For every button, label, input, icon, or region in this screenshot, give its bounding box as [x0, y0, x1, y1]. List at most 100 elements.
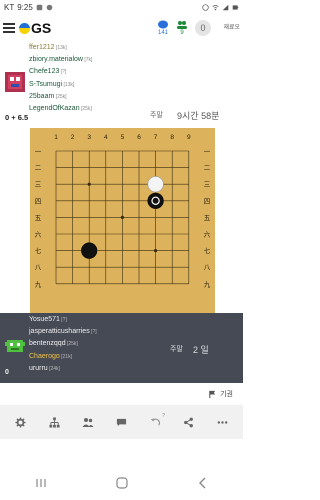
- board-row-label: 三: [204, 181, 211, 189]
- gear-icon[interactable]: [15, 416, 27, 428]
- board-row-label: 一: [35, 148, 42, 156]
- player-name-row[interactable]: Yosue571 [?]: [29, 314, 97, 326]
- user-avatar[interactable]: 0: [195, 20, 211, 36]
- board-row-label: 二: [204, 164, 211, 172]
- player-rank: [?]: [59, 69, 67, 76]
- resign-button[interactable]: 기권: [220, 389, 233, 399]
- player-name-row[interactable]: zbiory.materialow [7k]: [29, 54, 92, 66]
- tree-icon[interactable]: [48, 416, 60, 428]
- back-icon[interactable]: [197, 477, 209, 489]
- player-name-row[interactable]: bentenzqqd [25k]: [29, 338, 97, 350]
- board-col-label: 1: [54, 134, 58, 141]
- player-rank: [25k]: [54, 93, 67, 100]
- player-avatar-icon[interactable]: [5, 336, 25, 356]
- board-row-label: 八: [204, 264, 211, 272]
- board-row-label: 六: [204, 230, 211, 239]
- message-icon: [46, 4, 53, 10]
- recent-apps-icon[interactable]: [35, 477, 47, 489]
- board-col-label: 8: [170, 134, 174, 141]
- player-name: S-Tsumugi: [29, 80, 63, 88]
- top-score: 0 + 6.5: [5, 113, 29, 122]
- board-row-label: 三: [35, 181, 42, 189]
- logo-text: GS: [31, 20, 52, 36]
- notifications-button[interactable]: 141: [157, 20, 169, 36]
- player-rank: [25k]: [65, 341, 78, 348]
- player-name-row[interactable]: Chaerogo [21k]: [29, 351, 97, 363]
- share-icon[interactable]: [183, 416, 195, 428]
- player-name-row[interactable]: LegendOfKazan [25k]: [29, 103, 92, 115]
- friends-icon: [177, 21, 187, 29]
- player-name-row[interactable]: Chefe123 [?]: [29, 66, 92, 78]
- top-player-panel: ffer1212 [13k] zbiory.materialow [7k] Chef…: [0, 42, 243, 128]
- player-rank: [7k]: [82, 57, 93, 64]
- ogs-logo[interactable]: GS: [19, 20, 51, 36]
- player-name-row[interactable]: ururru [24k]: [29, 363, 97, 375]
- board-col-label: 7: [154, 134, 158, 141]
- board-col-label: 6: [137, 134, 141, 141]
- player-rank: [21k]: [59, 353, 72, 360]
- people-icon[interactable]: [82, 416, 94, 428]
- signal-icon: [222, 4, 229, 10]
- player-rank: [?]: [59, 317, 67, 323]
- board-star-point: [120, 215, 124, 219]
- player-name: ururru: [29, 364, 48, 372]
- top-clock-label: 주말: [150, 112, 163, 119]
- alarm-icon: [202, 3, 209, 11]
- friends-count: 9: [180, 30, 184, 36]
- board-row-label: 二: [35, 164, 42, 172]
- player-avatar-icon[interactable]: [5, 72, 25, 92]
- player-name-row[interactable]: jasperatticusharries [?]: [29, 326, 97, 338]
- player-name: bentenzqqd: [29, 340, 66, 348]
- bottom-player-names: Yosue571 [?] jasperatticusharries [?] bent…: [29, 314, 97, 375]
- player-name-row[interactable]: 25baam [25k]: [29, 91, 92, 103]
- board-row-label: 五: [35, 214, 42, 222]
- board-row-label: 七: [204, 246, 211, 255]
- board-col-label: 5: [121, 134, 125, 141]
- bottom-score: 0: [5, 369, 9, 376]
- player-name-row[interactable]: S-Tsumugi [13k]: [29, 79, 92, 91]
- carrier-text: KT: [4, 2, 15, 12]
- status-bar: KT 9:25: [0, 0, 243, 14]
- bottom-player-panel: Yosue571 [?] jasperatticusharries [?] bent…: [0, 313, 243, 383]
- player-name: 25baam: [29, 92, 55, 100]
- player-name: ffer1212: [29, 44, 55, 51]
- board-row-label: 八: [35, 264, 42, 272]
- board-row-label: 五: [204, 214, 211, 222]
- player-rank: [13k]: [62, 81, 75, 88]
- player-name: Chefe123: [29, 68, 60, 76]
- bottom-clock-label: 주말: [170, 346, 183, 353]
- wifi-icon: [212, 4, 219, 10]
- board-row-label: 六: [35, 230, 42, 239]
- home-icon[interactable]: [115, 476, 128, 489]
- player-name: Chaerogo: [29, 352, 60, 360]
- notifications-count: 141: [157, 30, 168, 36]
- top-player-names: ffer1212 [13k] zbiory.materialow [7k] Chef…: [29, 42, 92, 115]
- top-clock-value: 9시간 58분: [177, 111, 220, 121]
- board-row-label: 一: [204, 148, 211, 156]
- bottom-clock-value: 2 일: [193, 345, 209, 355]
- board-row-label: 四: [204, 197, 211, 205]
- board-col-label: 9: [187, 134, 191, 141]
- more-icon[interactable]: [216, 416, 228, 428]
- chat-icon[interactable]: [115, 416, 127, 428]
- board-row-label: 七: [35, 246, 42, 255]
- board-row-label: 九: [35, 279, 42, 288]
- player-name: jasperatticusharries: [29, 328, 90, 336]
- menu-icon[interactable]: [3, 23, 15, 33]
- go-board[interactable]: 1 2 3 4 5 6 7 8 9 一 一二 二三 三四 四五 五六 六七 七八 八九 九: [30, 128, 215, 313]
- black-stone: [81, 242, 98, 259]
- undo-icon[interactable]: ?: [149, 413, 165, 428]
- time-text: 9:25: [17, 2, 33, 12]
- friends-button[interactable]: 9: [176, 20, 188, 36]
- player-name-row[interactable]: ffer1212 [13k]: [29, 42, 92, 54]
- system-nav: [0, 465, 243, 500]
- notification-icon: [36, 4, 43, 10]
- resign-row: 기권: [0, 383, 243, 405]
- player-rank: [24k]: [47, 365, 60, 372]
- board-col-label: 3: [87, 134, 91, 141]
- player-rank: [25k]: [79, 106, 92, 113]
- top-nav: GS 141 9 0 재료오: [0, 14, 243, 42]
- board-col-label: 2: [71, 134, 75, 141]
- username-label[interactable]: 재료오: [218, 25, 240, 32]
- player-name: zbiory.materialow: [29, 56, 83, 64]
